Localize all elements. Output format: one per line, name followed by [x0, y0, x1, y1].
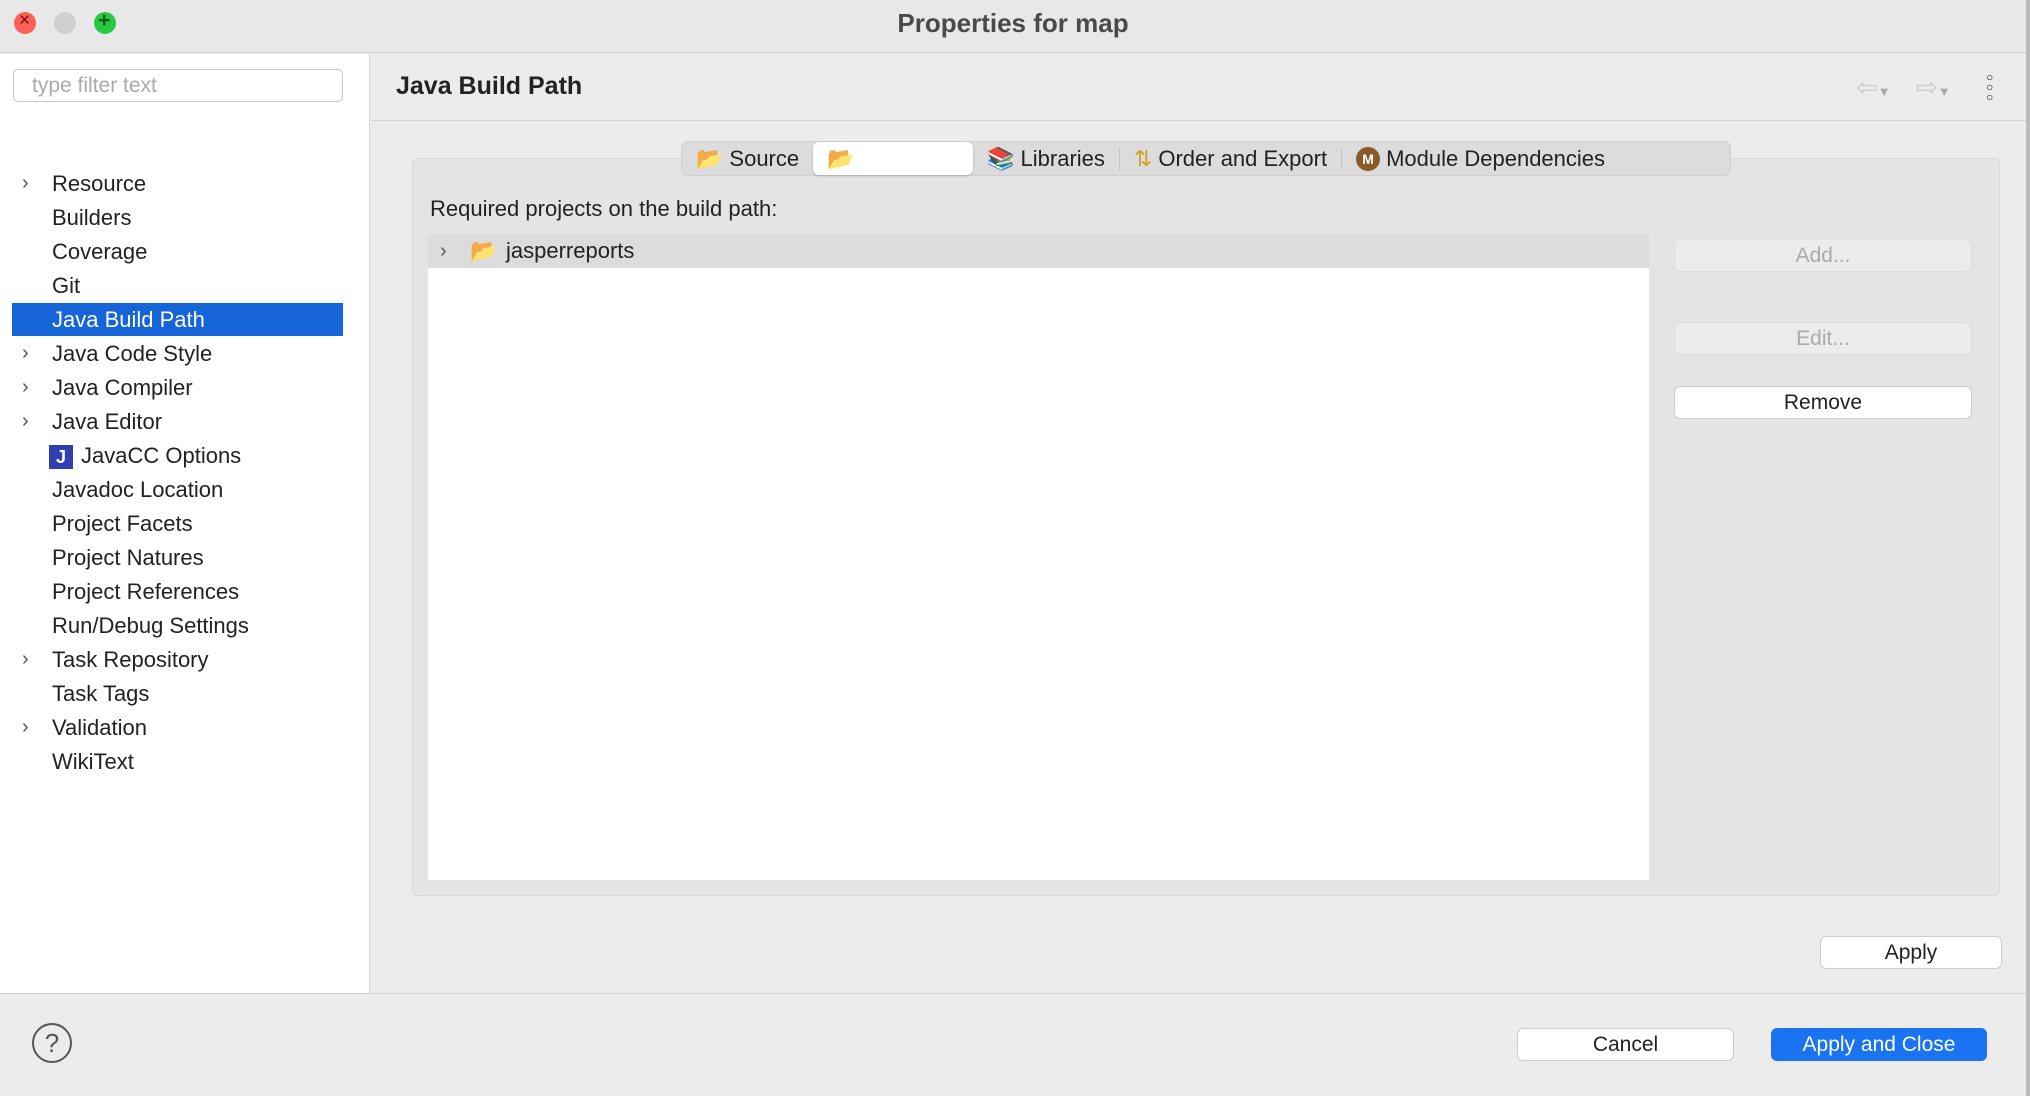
tab-label: Libraries	[1020, 145, 1105, 171]
view-menu-icon[interactable]: ○ ○ ○	[1986, 71, 1996, 103]
sidebar-item[interactable]: › Java Code Style	[12, 337, 343, 370]
sidebar-item-label: Java Editor	[52, 409, 163, 434]
edit-button[interactable]: Edit...	[1674, 322, 1972, 355]
sidebar-item[interactable]: Project Facets	[12, 507, 343, 540]
sidebar-item-label: Task Repository	[52, 647, 209, 672]
project-folder-icon: 📂	[470, 238, 498, 263]
chevron-right-icon[interactable]: ›	[22, 167, 29, 200]
window-edge	[2026, 0, 2030, 1096]
libraries-icon: 📚	[987, 145, 1015, 171]
project-name: jasperreports	[506, 238, 635, 263]
chevron-right-icon[interactable]: ›	[440, 234, 447, 268]
sidebar-item-label: Project Natures	[52, 545, 204, 570]
sidebar-item[interactable]: › Resource	[12, 167, 343, 200]
tab-source[interactable]: 📂 Source	[682, 142, 813, 175]
source-folder-icon: 📂	[696, 145, 724, 171]
chevron-right-icon[interactable]: ›	[22, 643, 29, 676]
sidebar-item-label: Resource	[52, 171, 147, 196]
chevron-right-icon[interactable]: ›	[22, 371, 29, 404]
list-label: Required projects on the build path:	[430, 196, 778, 221]
title-bar: × + Properties for map	[0, 0, 2026, 53]
sidebar-item-label: Validation	[52, 715, 147, 740]
sidebar-item[interactable]: WikiText	[12, 745, 343, 778]
sidebar-item-label: Task Tags	[52, 681, 150, 706]
sidebar-item-label: Project References	[52, 579, 240, 604]
tab-label: Module Dependencies	[1386, 145, 1606, 171]
sidebar-item[interactable]: › Java Compiler	[12, 371, 343, 404]
cancel-button[interactable]: Cancel	[1517, 1028, 1734, 1061]
sidebar-item[interactable]: Git	[12, 269, 343, 302]
filter-input[interactable]	[13, 69, 343, 102]
sidebar-item-label: Java Code Style	[52, 341, 213, 366]
sidebar-item-label: JavaCC Options	[81, 443, 242, 468]
sidebar-item[interactable]: Project References	[12, 575, 343, 608]
sidebar-item-label: Coverage	[52, 239, 148, 264]
module-icon: M	[1356, 146, 1381, 171]
divider	[371, 120, 2026, 121]
sidebar-item[interactable]: J JavaCC Options	[12, 439, 343, 472]
projects-list[interactable]: › 📂 jasperreports	[428, 234, 1649, 880]
sidebar-item-label: Run/Debug Settings	[52, 613, 249, 638]
sidebar-item-label: Java Compiler	[52, 375, 193, 400]
sidebar-item[interactable]: › Task Repository	[12, 643, 343, 676]
sidebar-item-label: Javadoc Location	[52, 477, 224, 502]
help-icon[interactable]: ?	[32, 1023, 72, 1063]
apply-button[interactable]: Apply	[1820, 936, 2002, 969]
tab-label: Source	[729, 145, 800, 171]
sidebar: › Resource Builders Coverage Git Java Build P…	[0, 54, 370, 993]
projects-folder-icon: 📂	[827, 145, 855, 171]
window-title: Properties for map	[897, 8, 1129, 38]
sidebar-item[interactable]: Run/Debug Settings	[12, 609, 343, 642]
sidebar-item-label: Git	[52, 273, 81, 298]
javacc-icon: J	[49, 445, 73, 470]
sidebar-item-label: Project Facets	[52, 511, 193, 536]
sidebar-item[interactable]: Project Natures	[12, 541, 343, 574]
sidebar-item[interactable]: Java Build Path	[12, 303, 343, 336]
tab-module-dependencies[interactable]: M Module Dependencies	[1342, 142, 1619, 175]
remove-button[interactable]: Remove	[1674, 386, 1972, 419]
sidebar-item-label: WikiText	[52, 749, 134, 774]
sidebar-item-label: Java Build Path	[52, 307, 205, 332]
list-item[interactable]: › 📂 jasperreports	[428, 234, 1649, 268]
chevron-right-icon[interactable]: ›	[22, 337, 29, 370]
sidebar-item[interactable]: › Validation	[12, 711, 343, 744]
add-button[interactable]: Add...	[1674, 239, 1972, 272]
sidebar-item-label: Builders	[52, 205, 132, 230]
back-icon[interactable]: ⇦▼	[1856, 72, 1891, 103]
sidebar-item[interactable]: Coverage	[12, 235, 343, 268]
apply-and-close-button[interactable]: Apply and Close	[1771, 1028, 1987, 1061]
sidebar-item[interactable]: Javadoc Location	[12, 473, 343, 506]
tab-order-and-export[interactable]: ⇅ Order and Export	[1120, 142, 1341, 175]
order-export-icon: ⇅	[1133, 145, 1153, 171]
chevron-right-icon[interactable]: ›	[22, 405, 29, 438]
tab-bar: 📂 Source 📂 📚 Libraries ⇅ Order and Export M…	[681, 141, 1731, 176]
page-title: Java Build Path	[396, 72, 583, 100]
sidebar-item[interactable]: Task Tags	[12, 677, 343, 710]
tab-libraries[interactable]: 📚 Libraries	[973, 142, 1119, 175]
tab-projects[interactable]: 📂	[813, 142, 974, 175]
sidebar-item[interactable]: › Java Editor	[12, 405, 343, 438]
chevron-right-icon[interactable]: ›	[22, 711, 29, 744]
tab-label: Order and Export	[1158, 145, 1328, 171]
footer: ? Cancel Apply and Close	[0, 993, 2026, 1096]
sidebar-item[interactable]: Builders	[12, 201, 343, 234]
forward-icon[interactable]: ⇨▼	[1916, 72, 1951, 103]
